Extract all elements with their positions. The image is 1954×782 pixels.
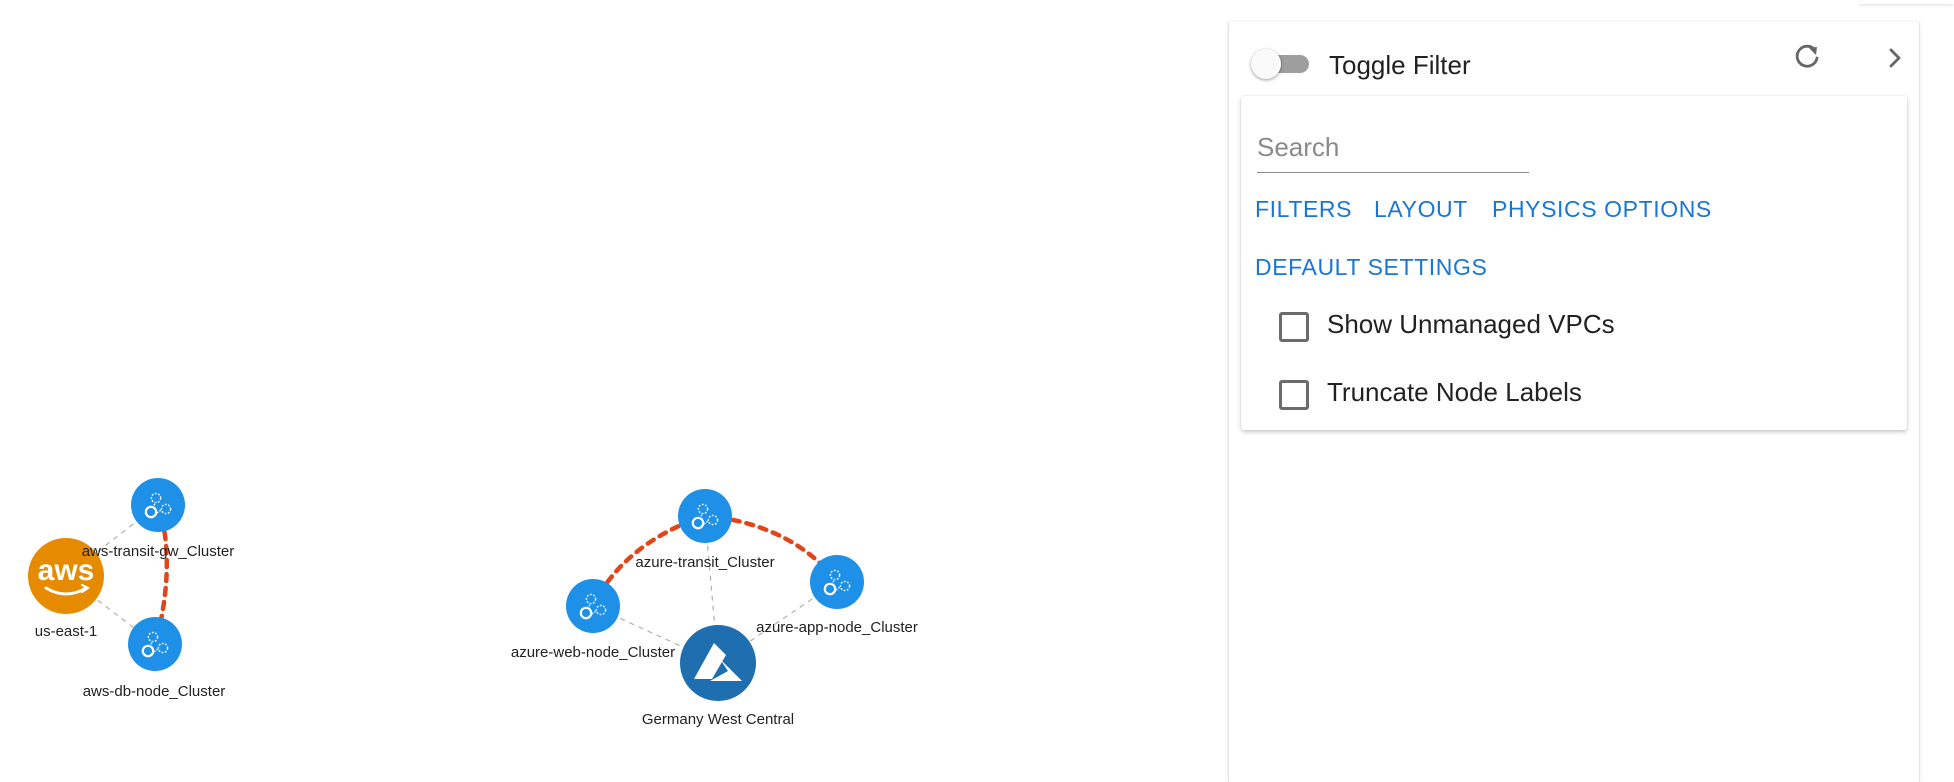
refresh-icon (1795, 44, 1819, 68)
peering-edges (152, 502, 840, 647)
tab-layout[interactable]: LAYOUT (1374, 196, 1468, 223)
filter-card: FILTERS LAYOUT PHYSICS OPTIONS DEFAULT S… (1241, 96, 1907, 430)
toggle-thumb (1251, 49, 1281, 79)
show-unmanaged-vpcs-checkbox[interactable] (1279, 312, 1309, 342)
tab-default-settings[interactable]: DEFAULT SETTINGS (1255, 254, 1487, 281)
refresh-button[interactable] (1791, 40, 1823, 72)
top-edge-shadow (1860, 0, 1954, 4)
azure-app-cluster-label: azure-app-node_Cluster (756, 619, 918, 636)
azure-region-node[interactable] (680, 625, 756, 701)
azure-web-cluster-node[interactable] (566, 579, 620, 633)
chevron-right-icon (1889, 48, 1901, 68)
filter-panel: Toggle Filter FILTERS LAYOUT PHYSICS OPT… (1228, 22, 1920, 782)
aws-db-cluster-node[interactable] (128, 617, 182, 671)
aws-transit-cluster-node[interactable] (131, 478, 185, 532)
show-unmanaged-vpcs-label: Show Unmanaged VPCs (1327, 309, 1615, 339)
azure-region-label: Germany West Central (642, 711, 794, 728)
search-field (1257, 124, 1529, 173)
panel-header: Toggle Filter (1229, 22, 1919, 94)
search-input[interactable] (1257, 124, 1529, 170)
aws-transit-cluster-label: aws-transit-gw_Cluster (82, 543, 235, 560)
azure-transit-cluster-label: azure-transit_Cluster (635, 554, 774, 571)
tab-physics-options[interactable]: PHYSICS OPTIONS (1492, 196, 1712, 223)
azure-app-cluster-node[interactable] (810, 555, 864, 609)
azure-web-cluster-label: azure-web-node_Cluster (511, 644, 675, 661)
aws-region-label: us-east-1 (35, 623, 98, 640)
collapse-panel-button[interactable] (1879, 42, 1911, 74)
truncate-node-labels-label: Truncate Node Labels (1327, 377, 1582, 407)
aws-db-cluster-label: aws-db-node_Cluster (83, 683, 226, 700)
toggle-filter-label: Toggle Filter (1329, 50, 1471, 80)
filter-toggle[interactable] (1251, 49, 1311, 79)
truncate-node-labels-checkbox[interactable] (1279, 380, 1309, 410)
tab-filters[interactable]: FILTERS (1255, 196, 1352, 223)
azure-transit-cluster-node[interactable] (678, 489, 732, 543)
